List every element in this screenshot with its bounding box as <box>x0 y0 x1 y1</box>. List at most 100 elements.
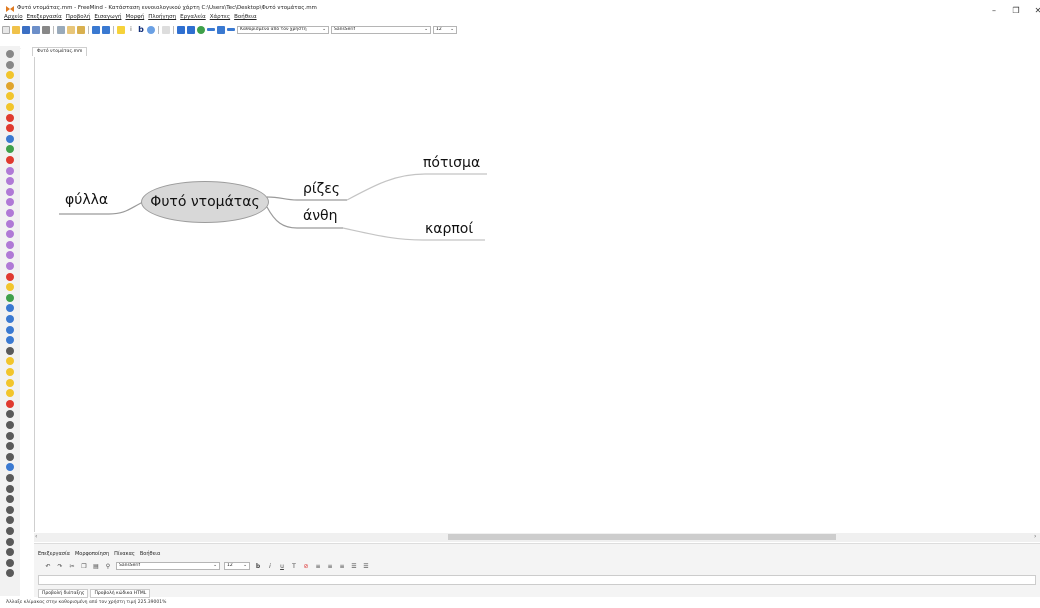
smiley-oh-icon[interactable] <box>6 389 14 398</box>
align-left-icon[interactable]: ≡ <box>314 563 322 570</box>
tab-layout-view[interactable]: Προβολή διάταξης <box>38 589 89 598</box>
font-family-select[interactable]: SansSerif ⌄ <box>331 25 431 34</box>
menu-maps[interactable]: Χάρτες <box>210 14 230 24</box>
tab-map[interactable]: Φυτό ντομάτας.mm <box>32 47 88 56</box>
editor-font-select[interactable]: SansSerif ⌄ <box>116 562 220 570</box>
menu-view[interactable]: Προβολή <box>66 14 91 24</box>
exclamation-icon[interactable] <box>6 92 14 101</box>
numbered-list-icon[interactable]: ☰ <box>362 563 370 570</box>
mail-icon[interactable] <box>6 463 14 472</box>
cloud-button[interactable] <box>147 25 155 34</box>
align-center-icon[interactable]: ≡ <box>326 563 334 570</box>
node-style-select[interactable]: Καθορισμένο από τον χρήστη ⌄ <box>237 25 329 34</box>
menu-help[interactable]: Βοήθεια <box>234 14 256 24</box>
remove-format-icon[interactable]: ⊘ <box>302 563 310 570</box>
digit-9-icon[interactable] <box>6 251 14 260</box>
paste-button[interactable] <box>77 25 85 34</box>
stop-icon[interactable] <box>6 113 14 122</box>
editor-menu-table[interactable]: Πίνακας <box>114 551 135 557</box>
wizard-icon[interactable] <box>6 505 14 514</box>
open-button[interactable] <box>12 25 20 34</box>
close-icon[interactable] <box>6 50 14 58</box>
node-anthi[interactable]: άνθη <box>303 208 338 224</box>
idea-icon[interactable] <box>6 71 14 80</box>
filter-button[interactable] <box>162 25 170 34</box>
save-as-button[interactable] <box>32 25 40 34</box>
scrollbar-thumb[interactable] <box>448 534 836 540</box>
menu-edit[interactable]: Επεξεργασία <box>27 14 62 24</box>
mind-map-canvas[interactable]: Φυτό ντομάτας φύλλα ρίζες άνθη πότισμα κ… <box>34 57 1038 532</box>
cut-icon[interactable]: ✂ <box>68 563 76 570</box>
editor-menu-format[interactable]: Μορφοποίηση <box>75 551 109 557</box>
digit-10-icon[interactable] <box>6 262 14 270</box>
cut-button[interactable] <box>57 25 65 34</box>
bold-button[interactable]: b <box>137 25 145 34</box>
calendar-icon[interactable] <box>6 442 14 451</box>
editor-menu-edit[interactable]: Επεξεργασία <box>38 551 70 557</box>
home-icon[interactable] <box>6 431 14 440</box>
window-icon[interactable] <box>6 60 14 69</box>
find-icon[interactable]: ⚲ <box>104 563 112 570</box>
people-icon[interactable] <box>6 474 14 482</box>
italic-button[interactable]: i <box>127 25 135 34</box>
back-icon[interactable] <box>6 304 14 313</box>
redo-button[interactable] <box>102 25 110 34</box>
editor-italic-button[interactable]: i <box>266 563 274 570</box>
undo-button[interactable] <box>92 25 100 34</box>
node-rizes[interactable]: ρίζες <box>303 181 340 197</box>
menu-tools[interactable]: Εργαλεία <box>180 14 206 24</box>
down-icon[interactable] <box>6 336 14 345</box>
digit-6-icon[interactable] <box>6 219 14 228</box>
digit-7-icon[interactable] <box>6 230 14 239</box>
tab-html-view[interactable]: Προβολή κώδικα HTML <box>90 589 151 598</box>
undo-icon[interactable]: ↶ <box>44 563 52 570</box>
smiley-neutral-icon[interactable] <box>6 368 14 376</box>
smiley-angry-icon[interactable] <box>6 399 14 408</box>
node-karpoi[interactable]: καρποί <box>425 221 473 237</box>
bullet-list-icon[interactable]: ☰ <box>350 563 358 570</box>
star-icon[interactable] <box>6 569 14 578</box>
back-arrow-icon[interactable] <box>177 25 185 34</box>
key-icon[interactable] <box>6 537 14 546</box>
menu-insert[interactable]: Εισαγωγή <box>94 14 121 24</box>
smiley-bad-icon[interactable] <box>6 378 14 387</box>
new-map-button[interactable] <box>2 25 10 34</box>
font-size-select[interactable]: 12 ⌄ <box>433 25 457 34</box>
node-fylla[interactable]: φύλλα <box>65 192 108 208</box>
paste-icon[interactable]: ▤ <box>92 563 100 570</box>
digit-5-icon[interactable] <box>6 209 14 217</box>
digit-2-icon[interactable] <box>6 177 14 186</box>
editor-underline-button[interactable]: u <box>278 563 286 570</box>
root-node[interactable]: Φυτό ντομάτας <box>141 181 269 223</box>
menu-format[interactable]: Μορφή <box>125 14 144 24</box>
forward-icon[interactable] <box>6 315 14 323</box>
stop-icon[interactable] <box>6 124 14 133</box>
ball-icon[interactable] <box>6 410 14 419</box>
check-icon[interactable] <box>6 145 14 154</box>
question-icon[interactable] <box>6 81 14 90</box>
scroll-right-icon[interactable]: › <box>1034 533 1036 540</box>
copy-button[interactable] <box>67 25 75 34</box>
align-right-icon[interactable]: ≡ <box>338 563 346 570</box>
up-icon[interactable] <box>6 325 14 334</box>
bookmark-icon[interactable] <box>6 421 14 429</box>
line-icon[interactable] <box>227 28 235 31</box>
menu-file[interactable]: Αρχείο <box>4 14 23 24</box>
traffic-light-green-icon[interactable] <box>6 293 14 302</box>
digit-8-icon[interactable] <box>6 240 14 249</box>
magnifier-icon[interactable] <box>6 548 14 557</box>
horizontal-scrollbar[interactable]: ‹ › <box>34 533 1040 542</box>
camera-icon[interactable] <box>6 452 14 461</box>
traffic-light-yellow-icon[interactable] <box>6 283 14 292</box>
digit-1-icon[interactable] <box>6 166 14 175</box>
flag-icon[interactable] <box>6 527 14 535</box>
copy-icon[interactable]: ❐ <box>80 563 88 570</box>
digit-4-icon[interactable] <box>6 198 14 207</box>
cross-icon[interactable] <box>6 156 14 164</box>
print-button[interactable] <box>42 25 50 34</box>
traffic-light-red-icon[interactable] <box>6 272 14 281</box>
digit-3-icon[interactable] <box>6 187 14 196</box>
text-color-icon[interactable]: T <box>290 563 298 570</box>
node-potisma[interactable]: πότισμα <box>423 155 480 171</box>
note-text-area[interactable] <box>38 575 1036 585</box>
